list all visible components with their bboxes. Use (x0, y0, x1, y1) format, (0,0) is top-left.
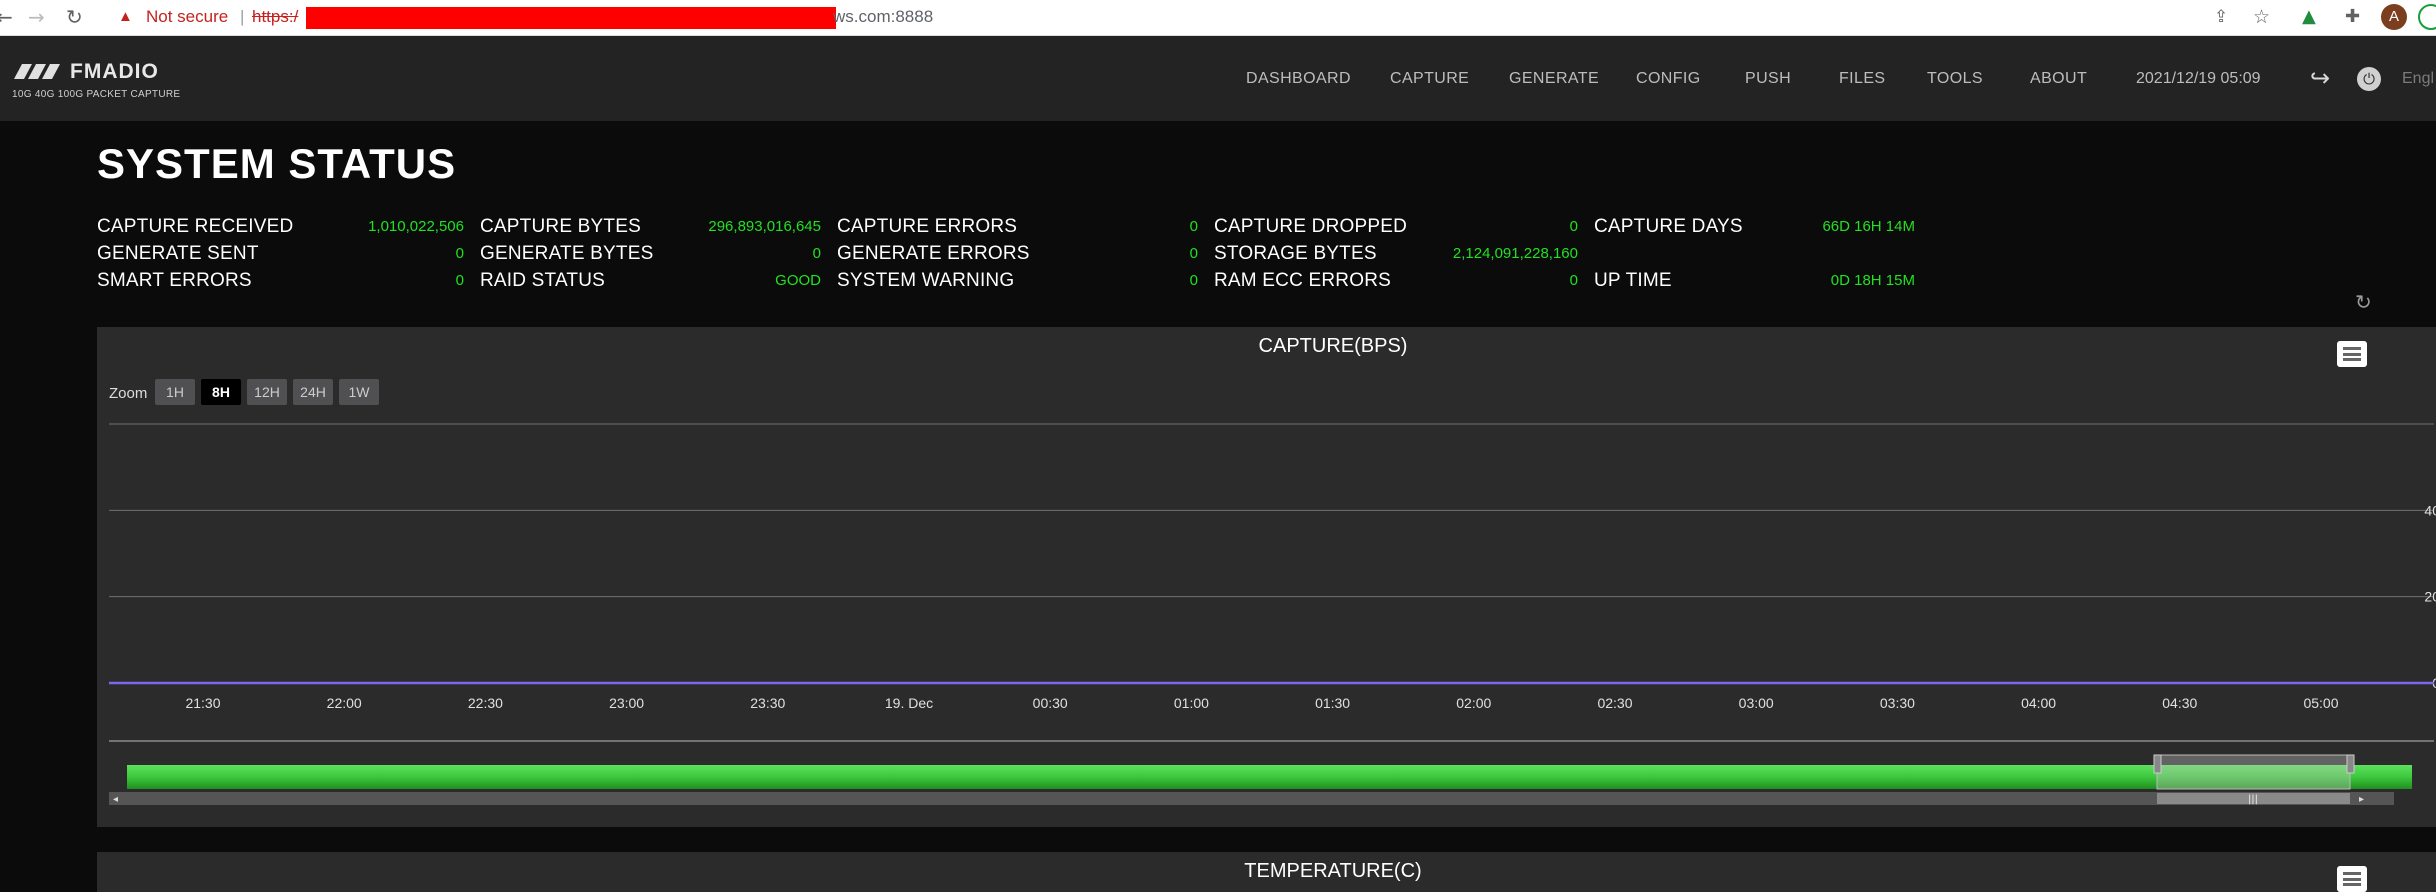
fmadio-logo-icon (14, 64, 60, 79)
nav-tools[interactable]: TOOLS (1927, 70, 1983, 88)
navigator-series (127, 765, 2412, 789)
navigator-handle-left (2153, 754, 2162, 774)
language-selector[interactable]: Engl (2402, 70, 2434, 88)
status-label: CAPTURE DAYS (1594, 216, 1743, 237)
sync-icon[interactable] (2418, 4, 2436, 30)
system-datetime: 2021/12/19 05:09 (2136, 70, 2261, 87)
x-tick-label: 22:30 (468, 695, 503, 711)
nav-config[interactable]: CONFIG (1636, 70, 1701, 88)
capture-plot: 0204021:3022:0022:3023:0023:3019. Dec00:… (109, 423, 2436, 805)
chart-title: TEMPERATURE(C) (1244, 860, 1422, 882)
app-navbar: FMADIO 10G 40G 100G PACKET CAPTURE DASHB… (0, 36, 2436, 121)
x-tick-label: 00:30 (1033, 695, 1068, 711)
status-value: 0 (455, 245, 464, 262)
profile-avatar[interactable]: A (2381, 4, 2407, 30)
status-label: GENERATE BYTES (480, 243, 654, 264)
url-scheme: https:/ (252, 7, 299, 26)
status-value: 0 (1569, 218, 1578, 235)
nav-dashboard[interactable]: DASHBOARD (1246, 70, 1351, 88)
x-tick-label: 19. Dec (885, 695, 933, 711)
extensions-icon[interactable]: ✚ (2345, 6, 2360, 28)
scroll-grip-icon: ||| (2248, 794, 2258, 805)
status-label: SMART ERRORS (97, 270, 252, 291)
x-tick-label: 01:30 (1315, 695, 1350, 711)
warning-icon: ▲ (118, 8, 133, 25)
status-label: CAPTURE RECEIVED (97, 216, 294, 237)
logout-icon[interactable]: ↪ (2310, 64, 2330, 92)
navigator-selection (2156, 754, 2351, 790)
status-label: SYSTEM WARNING (837, 270, 1015, 291)
x-tick-label: 23:00 (609, 695, 644, 711)
status-value: 0 (455, 272, 464, 289)
x-tick-label: 23:30 (750, 695, 785, 711)
x-tick-label: 02:30 (1597, 695, 1632, 711)
x-tick-label: 02:00 (1456, 695, 1491, 711)
navigator-handle-right (2346, 754, 2355, 774)
temperature-chart-panel: TEMPERATURE(C) (97, 852, 2436, 892)
brand-subtitle: 10G 40G 100G PACKET CAPTURE (12, 89, 181, 100)
status-value: 296,893,016,645 (708, 218, 821, 235)
status-value: 0 (1569, 272, 1578, 289)
status-label: GENERATE ERRORS (837, 243, 1030, 264)
hamburger-icon (2343, 872, 2361, 875)
redaction-box (306, 7, 836, 29)
nav-about[interactable]: ABOUT (2030, 70, 2087, 88)
nav-capture[interactable]: CAPTURE (1390, 70, 1469, 88)
y-tick-label: 20 (2424, 589, 2436, 605)
share-icon[interactable]: ⇪ (2214, 6, 2228, 28)
navigator-scrollbar-track (109, 792, 2394, 805)
status-label: RAM ECC ERRORS (1214, 270, 1391, 291)
nav-files[interactable]: FILES (1839, 70, 1885, 88)
status-label: CAPTURE ERRORS (837, 216, 1018, 237)
status-label: GENERATE SENT (97, 243, 259, 264)
back-icon[interactable]: ← (0, 6, 13, 28)
url-host: ws.com:8888 (833, 7, 934, 26)
x-tick-label: 05:00 (2303, 695, 2338, 711)
forward-icon[interactable]: → (28, 6, 45, 28)
status-value: 0 (1189, 245, 1198, 262)
browser-toolbar: ← → ↻ ▲ Not secure | https:/ ws.com:8888… (0, 0, 2436, 36)
scroll-left-icon: ◂ (113, 794, 118, 805)
status-label: CAPTURE BYTES (480, 216, 641, 237)
x-tick-label: 21:30 (185, 695, 220, 711)
status-value: 2,124,091,228,160 (1452, 245, 1578, 262)
x-tick-label: 01:00 (1174, 695, 1209, 711)
status-label: CAPTURE DROPPED (1214, 216, 1408, 237)
status-label: RAID STATUS (480, 270, 606, 291)
status-value: 66D 16H 14M (1822, 218, 1915, 235)
url-separator: | (240, 7, 245, 26)
power-icon[interactable]: ⏻ (2357, 67, 2381, 91)
capture-chart-panel: CAPTURE(BPS) Zoom 1H 8H 12H 24H 1W 02040… (97, 327, 2436, 827)
security-warning[interactable]: Not secure (146, 3, 228, 31)
status-value: 0 (1189, 218, 1198, 235)
status-value: 0 (812, 245, 821, 262)
y-tick-label: 40 (2424, 502, 2436, 518)
bookmark-star-icon[interactable]: ☆ (2253, 6, 2270, 28)
chart-menu-button[interactable] (2337, 866, 2367, 892)
brand-name[interactable]: FMADIO (70, 60, 159, 84)
scroll-right-icon: ▸ (2359, 794, 2364, 805)
nav-generate[interactable]: GENERATE (1509, 70, 1599, 88)
refresh-icon[interactable]: ↻ (2355, 290, 2372, 314)
status-label: UP TIME (1594, 270, 1672, 291)
status-value: 1,010,022,506 (368, 218, 464, 235)
x-tick-label: 04:00 (2021, 695, 2056, 711)
status-value: 0D 18H 15M (1830, 272, 1915, 289)
status-value: 0 (1189, 272, 1198, 289)
address-bar[interactable]: ▲ Not secure | https:/ ws.com:8888 (108, 3, 2308, 31)
page-title: SYSTEM STATUS (97, 140, 457, 187)
nav-push[interactable]: PUSH (1745, 70, 1791, 88)
x-tick-label: 04:30 (2162, 695, 2197, 711)
status-label: STORAGE BYTES (1214, 243, 1377, 264)
x-tick-label: 03:30 (1880, 695, 1915, 711)
reload-icon[interactable]: ↻ (66, 6, 83, 28)
x-tick-label: 22:00 (327, 695, 362, 711)
status-value: GOOD (775, 272, 821, 289)
x-tick-label: 03:00 (1739, 695, 1774, 711)
drive-icon[interactable]: ▲ (2302, 6, 2316, 28)
